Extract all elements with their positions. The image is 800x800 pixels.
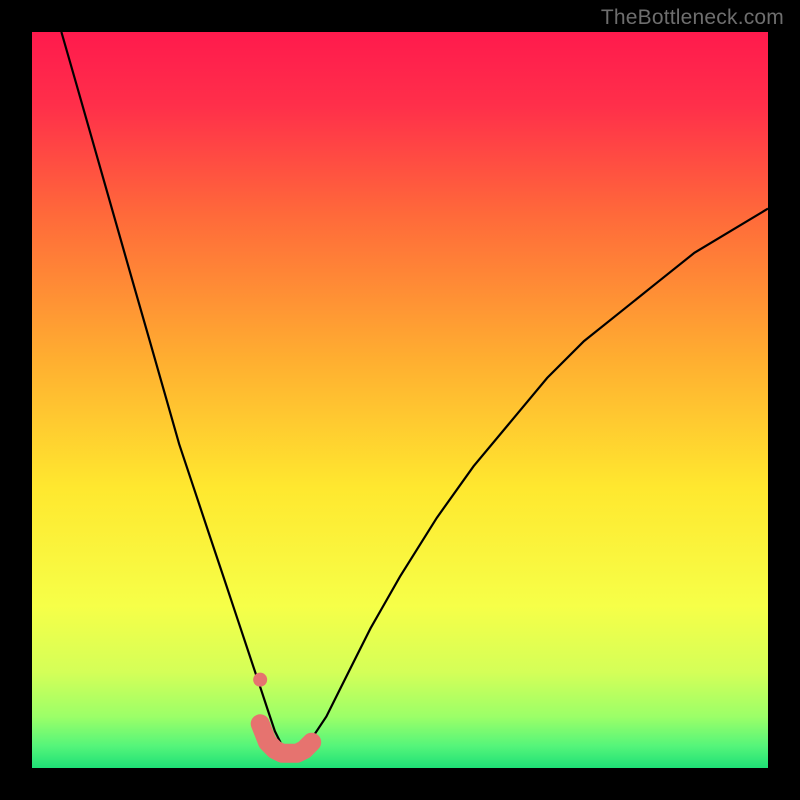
confidence-dot — [253, 673, 267, 687]
plot-area — [32, 32, 768, 768]
confidence-band — [260, 724, 312, 754]
outer-frame: TheBottleneck.com — [0, 0, 800, 800]
bottleneck-curve — [61, 32, 768, 753]
chart-svg — [32, 32, 768, 768]
watermark-text: TheBottleneck.com — [601, 6, 784, 30]
